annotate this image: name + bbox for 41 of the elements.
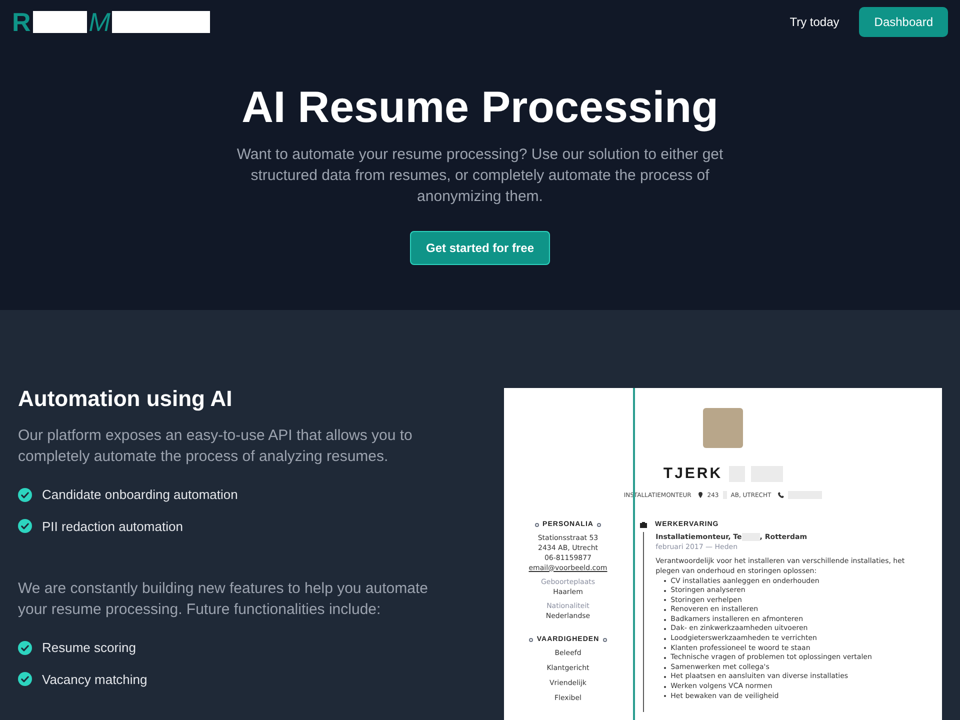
bullet-icon <box>664 666 666 669</box>
location-pin-icon <box>698 492 704 498</box>
ornament-icon <box>603 638 608 642</box>
resume-name: TJERK <box>663 464 723 484</box>
dashboard-button[interactable]: Dashboard <box>859 7 948 37</box>
ornament-icon <box>597 522 602 526</box>
ornament-icon <box>534 522 539 526</box>
bullet-icon <box>664 676 666 678</box>
feature-item: Resume scoring <box>42 639 136 657</box>
logo-letter: R <box>12 9 31 35</box>
bullet-icon <box>664 580 666 582</box>
get-started-button[interactable]: Get started for free <box>410 231 550 265</box>
feature-item: Candidate onboarding automation <box>42 486 238 504</box>
ornament-icon <box>528 638 533 642</box>
try-today-link[interactable]: Try today <box>790 13 840 31</box>
redaction-block <box>32 11 87 33</box>
feature-item: PII redaction automation <box>42 518 183 536</box>
feature-item: Vacancy matching <box>42 670 148 689</box>
bullet-icon <box>664 599 666 602</box>
section-title: Automation using AI <box>18 385 234 413</box>
bullet-icon <box>664 647 666 650</box>
photo-placeholder <box>703 408 743 448</box>
phone-icon <box>778 492 784 498</box>
bullet-icon <box>664 686 666 688</box>
check-circle-icon <box>18 672 32 686</box>
section-text: We are constantly building new features to help you automate your resume processing. Future functionalities include: <box>18 579 429 620</box>
bullet-icon <box>664 609 666 612</box>
logo-letter: M <box>88 9 110 35</box>
bullet-icon <box>664 618 666 621</box>
check-circle-icon <box>18 519 32 534</box>
bullet-icon <box>664 628 666 630</box>
bullet-icon <box>664 638 666 640</box>
bullet-icon <box>664 695 666 698</box>
briefcase-icon <box>640 522 647 528</box>
hero-title: AI Resume Processing <box>242 82 718 134</box>
check-circle-icon <box>18 488 32 502</box>
bullet-icon <box>664 657 666 660</box>
section-text: Our platform exposes an easy-to-use API that allows you to completely automate the process of analyzing resumes. <box>18 426 414 467</box>
bullet-icon <box>664 590 666 592</box>
check-circle-icon <box>18 640 32 655</box>
hero-subtitle: Want to automate your resume processing? Use our solution to either get structured data from resumes, or completely automate the process of anonymizing them. <box>236 145 724 207</box>
